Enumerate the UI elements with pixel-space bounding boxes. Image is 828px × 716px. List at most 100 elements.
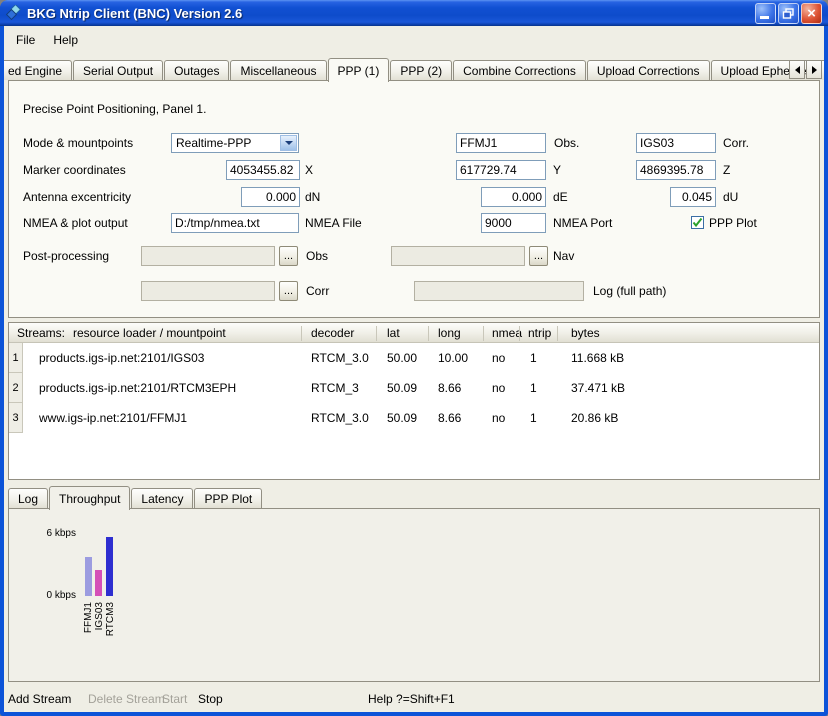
client-area: File Help ed Engine Serial Output Outage… — [4, 26, 824, 712]
cell-nmea: no — [492, 403, 505, 433]
add-stream-button[interactable]: Add Stream — [8, 687, 71, 712]
nmea-file-label: NMEA File — [305, 213, 362, 233]
antenna-du-field[interactable] — [670, 187, 716, 207]
xlabel-rtcm3: RTCM3 — [105, 602, 116, 636]
cell-long: 10.00 — [438, 343, 468, 373]
cell-mountpoint: products.igs-ip.net:2101/IGS03 — [39, 343, 204, 373]
cell-decoder: RTCM_3 — [311, 373, 359, 403]
delete-stream-button[interactable]: Delete Stream — [88, 687, 165, 712]
ppp-mode-select[interactable]: Realtime-PPP — [171, 133, 299, 153]
cell-lat: 50.00 — [387, 343, 417, 373]
minimize-button[interactable] — [755, 3, 776, 24]
post-nav-field[interactable] — [391, 246, 525, 266]
throughput-chart: 6 kbps 0 kbps FFMJ1 IGS03 RTCM3 — [8, 508, 820, 682]
cell-mountpoint: www.igs-ip.net:2101/FFMJ1 — [39, 403, 187, 433]
tab-throughput[interactable]: Throughput — [49, 486, 130, 510]
y-label: Y — [553, 160, 561, 180]
ppp-plot-checkbox[interactable] — [691, 216, 704, 229]
cell-ntrip: 1 — [530, 403, 537, 433]
tab-scroll-right-button[interactable] — [806, 60, 822, 79]
mode-mountpoints-label: Mode & mountpoints — [23, 133, 133, 153]
cell-ntrip: 1 — [530, 373, 537, 403]
checkmark-icon — [692, 217, 703, 228]
row-number: 3 — [9, 403, 23, 433]
header-streams: Streams: — [17, 326, 65, 340]
close-icon: × — [807, 6, 816, 21]
dn-label: dN — [305, 187, 320, 207]
post-obs-browse-button[interactable]: ... — [279, 246, 298, 266]
row-number: 2 — [9, 373, 23, 403]
antenna-de-field[interactable] — [481, 187, 546, 207]
ppp-plot-label: PPP Plot — [709, 213, 757, 233]
row-number: 1 — [9, 343, 23, 373]
marker-coordinates-label: Marker coordinates — [23, 160, 126, 180]
main-tab-bar: ed Engine Serial Output Outages Miscella… — [4, 57, 824, 81]
tab-upload-corrections[interactable]: Upload Corrections — [587, 60, 710, 80]
post-corr-label: Corr — [306, 281, 329, 301]
streams-table-header: Streams: resource loader / mountpoint de… — [9, 323, 819, 343]
tab-outages[interactable]: Outages — [164, 60, 229, 80]
tab-log[interactable]: Log — [8, 488, 48, 508]
cell-bytes: 11.668 kB — [571, 343, 624, 373]
tab-ppp-plot[interactable]: PPP Plot — [194, 488, 262, 508]
post-obs-label: Obs — [306, 246, 328, 266]
tab-serial-output[interactable]: Serial Output — [73, 60, 163, 80]
obs-label: Obs. — [554, 133, 579, 153]
tab-miscellaneous[interactable]: Miscellaneous — [230, 60, 326, 80]
tab-ppp-1[interactable]: PPP (1) — [328, 58, 390, 82]
nmea-port-field[interactable] — [481, 213, 546, 233]
post-nav-label: Nav — [553, 246, 574, 266]
cell-decoder: RTCM_3.0 — [311, 403, 369, 433]
cell-mountpoint: products.igs-ip.net:2101/RTCM3EPH — [39, 373, 236, 403]
post-corr-browse-button[interactable]: ... — [279, 281, 298, 301]
bottom-tab-bar: Log Throughput Latency PPP Plot — [8, 485, 263, 509]
nmea-file-field[interactable] — [171, 213, 299, 233]
de-label: dE — [553, 187, 568, 207]
antenna-dn-field[interactable] — [241, 187, 300, 207]
ytick-min: 0 kbps — [26, 590, 76, 601]
cell-bytes: 20.86 kB — [571, 403, 618, 433]
cell-lat: 50.09 — [387, 373, 417, 403]
tab-ppp-2[interactable]: PPP (2) — [390, 60, 452, 80]
tab-scroll-left-button[interactable] — [789, 60, 805, 79]
tab-latency[interactable]: Latency — [131, 488, 193, 508]
chevron-down-icon — [285, 141, 293, 145]
cell-decoder: RTCM_3.0 — [311, 343, 369, 373]
chart-bar-igs03 — [95, 570, 102, 596]
menu-bar: File Help — [4, 29, 824, 50]
cell-nmea: no — [492, 373, 505, 403]
restore-button[interactable] — [778, 3, 799, 24]
cell-nmea: no — [492, 343, 505, 373]
restore-icon — [782, 7, 795, 20]
help-shortcut-label: Help ?=Shift+F1 — [368, 687, 455, 712]
post-nav-browse-button[interactable]: ... — [529, 246, 548, 266]
menu-file[interactable]: File — [7, 31, 44, 49]
corr-mountpoint-field[interactable] — [636, 133, 716, 153]
menu-help[interactable]: Help — [44, 31, 87, 49]
du-label: dU — [723, 187, 738, 207]
post-obs-field[interactable] — [141, 246, 275, 266]
combo-dropdown-button[interactable] — [280, 135, 297, 151]
z-label: Z — [723, 160, 730, 180]
cell-bytes: 37.471 kB — [571, 373, 625, 403]
tab-scrollers — [788, 60, 822, 79]
obs-mountpoint-field[interactable] — [456, 133, 546, 153]
tab-combine-corrections[interactable]: Combine Corrections — [453, 60, 586, 80]
marker-y-field[interactable] — [456, 160, 546, 180]
header-nmea: nmea — [492, 326, 522, 340]
title-bar[interactable]: BKG Ntrip Client (BNC) Version 2.6 × — [0, 0, 828, 26]
marker-z-field[interactable] — [636, 160, 716, 180]
post-log-field[interactable] — [414, 281, 584, 301]
right-arrow-icon — [812, 66, 817, 74]
start-button[interactable]: Start — [162, 687, 187, 712]
marker-x-field[interactable] — [226, 160, 300, 180]
tab-feed-engine[interactable]: ed Engine — [4, 60, 72, 80]
nmea-plot-output-label: NMEA & plot output — [23, 213, 128, 233]
post-corr-field[interactable] — [141, 281, 275, 301]
corr-label: Corr. — [723, 133, 749, 153]
app-icon — [6, 5, 22, 21]
close-button[interactable]: × — [801, 3, 822, 24]
bottom-action-bar: Add Stream Delete Stream Start Stop Help… — [4, 687, 824, 712]
stop-button[interactable]: Stop — [198, 687, 223, 712]
header-ntrip: ntrip — [528, 326, 551, 340]
